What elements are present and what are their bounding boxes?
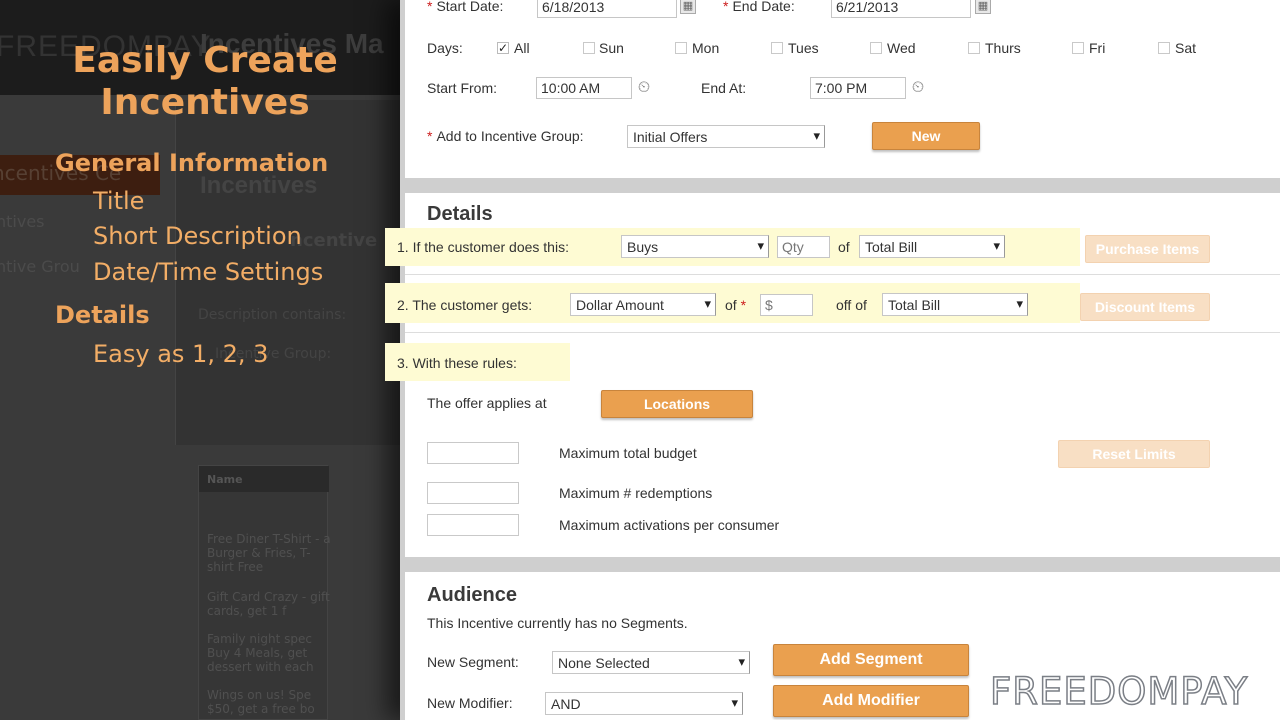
incentive-group-select[interactable]: Initial Offers	[627, 125, 825, 148]
day-label: Mon	[692, 40, 720, 56]
no-segments-text: This Incentive currently has no Segments…	[427, 615, 688, 631]
start-date-label-text: Start Date:	[436, 0, 504, 14]
step3-label: 3. With these rules:	[397, 355, 517, 371]
step1-action-select[interactable]: Buys	[621, 235, 769, 258]
step2-of-text: of	[725, 297, 737, 313]
new-segment-label: New Segment:	[427, 654, 519, 670]
day-checkbox-tues[interactable]	[771, 42, 783, 54]
locations-button[interactable]: Locations	[601, 390, 753, 418]
day-checkbox-sun[interactable]	[583, 42, 595, 54]
day-label: All	[514, 40, 530, 56]
overlay-item-date-time: Date/Time Settings	[93, 258, 324, 286]
day-label: Sat	[1175, 40, 1197, 56]
day-checkbox-fri[interactable]	[1072, 42, 1084, 54]
end-date-input[interactable]: 6/21/2013	[831, 0, 971, 18]
day-checkbox-thurs[interactable]	[968, 42, 980, 54]
day-checkbox-wed[interactable]	[870, 42, 882, 54]
purchase-items-button[interactable]: Purchase Items	[1085, 235, 1210, 263]
clock-icon[interactable]: ⏲	[909, 78, 927, 96]
details-heading: Details	[427, 203, 493, 225]
start-date-input[interactable]: 6/18/2013	[537, 0, 677, 18]
day-checkbox-sat[interactable]	[1158, 42, 1170, 54]
step1-qty-input[interactable]: Qty	[777, 236, 830, 258]
max-budget-input[interactable]	[427, 442, 519, 464]
freedompay-logo: FREEDOMPAY	[989, 669, 1249, 714]
add-segment-button[interactable]: Add Segment	[773, 644, 969, 676]
start-date-label: * Start Date:	[427, 0, 503, 14]
step2-of-label: of *	[725, 297, 750, 313]
step1-target-select[interactable]: Total Bill	[859, 235, 1005, 258]
overlay-section-details: Details	[55, 301, 150, 329]
incentive-group-label: * Add to Incentive Group:	[427, 128, 584, 144]
day-label: Fri	[1089, 40, 1106, 56]
overlay-title: Easily Create Incentives	[72, 40, 338, 123]
segment-select[interactable]: None Selected	[552, 651, 750, 674]
end-date-label: * End Date:	[723, 0, 795, 14]
required-marker: *	[740, 297, 747, 313]
divider	[405, 274, 1280, 275]
step2-reward-select[interactable]: Dollar Amount	[570, 293, 716, 316]
day-label: Thurs	[985, 40, 1021, 56]
schedule-panel: * Start Date: 6/18/2013 ▦ * End Date: 6/21…	[405, 0, 1280, 178]
overlay-item-short-description: Short Description	[93, 222, 302, 250]
overlay-section-general: General Information	[55, 149, 329, 177]
applies-at-label: The offer applies at	[427, 395, 547, 411]
step2-target-select[interactable]: Total Bill	[882, 293, 1028, 316]
step1-of-label: of	[838, 239, 850, 255]
step2-label: 2. The customer gets:	[397, 297, 533, 313]
max-activations-input[interactable]	[427, 514, 519, 536]
day-label: Sun	[599, 40, 624, 56]
new-modifier-label: New Modifier:	[427, 695, 513, 711]
day-checkbox-mon[interactable]	[675, 42, 687, 54]
start-from-label: Start From:	[427, 80, 498, 96]
overlay-item-title: Title	[93, 187, 145, 215]
day-checkbox-all[interactable]: ✓	[497, 42, 509, 54]
clock-icon[interactable]: ⏲	[635, 78, 653, 96]
day-label: Tues	[788, 40, 819, 56]
modifier-select[interactable]: AND	[545, 692, 743, 715]
max-budget-label: Maximum total budget	[559, 445, 697, 461]
required-marker: *	[427, 0, 433, 14]
details-panel: Details 1. If the customer does this: Bu…	[385, 193, 1280, 557]
reset-limits-button[interactable]: Reset Limits	[1058, 440, 1210, 468]
days-label: Days:	[427, 40, 463, 56]
required-marker: *	[427, 128, 433, 144]
start-time-input[interactable]: 10:00 AM	[536, 77, 632, 99]
end-time-input[interactable]: 7:00 PM	[810, 77, 906, 99]
end-at-label: End At:	[701, 80, 747, 96]
audience-heading: Audience	[427, 584, 518, 606]
max-redemptions-label: Maximum # redemptions	[559, 485, 713, 501]
overlay-item-easy: Easy as 1, 2, 3	[93, 340, 269, 368]
discount-items-button[interactable]: Discount Items	[1080, 293, 1210, 321]
step1-label: 1. If the customer does this:	[397, 239, 569, 255]
new-group-button[interactable]: New	[872, 122, 980, 150]
step2-off-of-label: off of	[836, 297, 867, 313]
tutorial-overlay: Easily Create Incentives General Informa…	[0, 0, 400, 720]
calendar-icon[interactable]: ▦	[680, 0, 696, 14]
required-marker: *	[723, 0, 729, 14]
end-date-label-text: End Date:	[732, 0, 795, 14]
day-label: Wed	[887, 40, 916, 56]
max-redemptions-input[interactable]	[427, 482, 519, 504]
divider	[405, 332, 1280, 333]
step2-amount-input[interactable]: $	[760, 294, 813, 316]
incentive-form: * Start Date: 6/18/2013 ▦ * End Date: 6/21…	[385, 0, 1280, 720]
calendar-icon[interactable]: ▦	[975, 0, 991, 14]
add-modifier-button[interactable]: Add Modifier	[773, 685, 969, 717]
max-activations-label: Maximum activations per consumer	[559, 517, 780, 533]
incentive-group-label-text: Add to Incentive Group:	[436, 128, 584, 144]
